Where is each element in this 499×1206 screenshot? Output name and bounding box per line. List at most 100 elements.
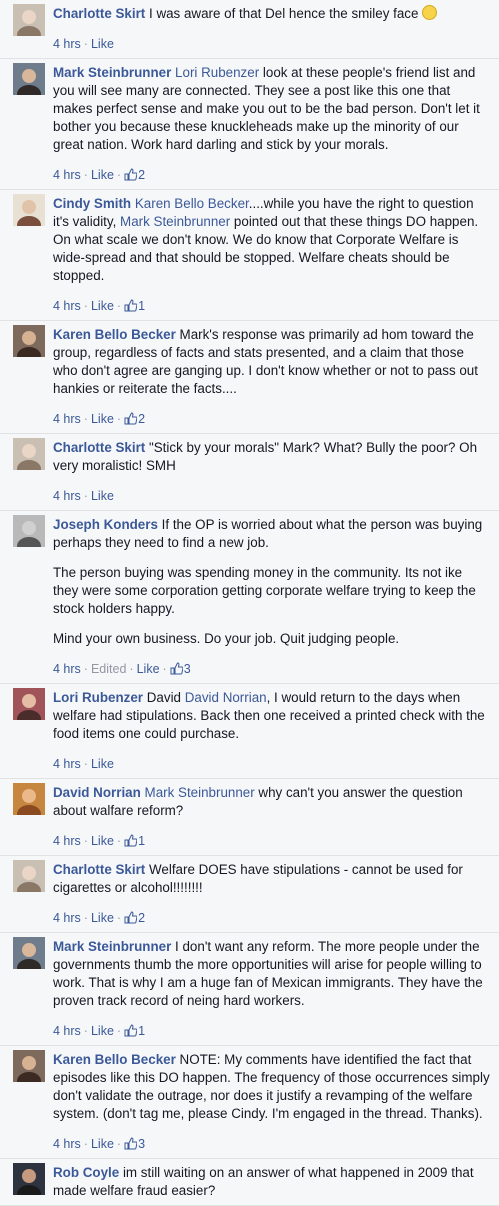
- meta-separator: ·: [129, 662, 134, 676]
- author-name-link[interactable]: Mark Steinbrunner: [53, 65, 171, 80]
- mention-link[interactable]: Lori Rubenzer: [175, 65, 259, 80]
- mark-avatar[interactable]: [13, 937, 45, 969]
- comment-paragraph: Charlotte Skirt "Stick by your morals" M…: [53, 439, 491, 475]
- timestamp-link[interactable]: 4 hrs: [53, 299, 81, 313]
- like-link[interactable]: Like: [91, 757, 114, 771]
- david-avatar[interactable]: [13, 783, 45, 815]
- author-name-link[interactable]: Charlotte Skirt: [53, 862, 145, 877]
- timestamp-link[interactable]: 4 hrs: [53, 168, 81, 182]
- thumbs-up-icon: [124, 168, 138, 182]
- like-count[interactable]: 2: [124, 911, 145, 925]
- like-count-value: 3: [183, 662, 191, 676]
- like-link[interactable]: Like: [91, 834, 114, 848]
- comment-meta: 4 hrs · Like · 1: [53, 832, 491, 850]
- lori-avatar[interactable]: [13, 688, 45, 720]
- like-count[interactable]: 1: [124, 299, 145, 313]
- comment: Mark Steinbrunner Lori Rubenzer look at …: [0, 59, 499, 190]
- author-name-link[interactable]: Lori Rubenzer: [53, 690, 143, 705]
- mention-link[interactable]: Mark Steinbrunner: [145, 785, 255, 800]
- author-name-link[interactable]: Charlotte Skirt: [53, 440, 145, 455]
- charlotte-avatar[interactable]: [13, 860, 45, 892]
- author-name-link[interactable]: Rob Coyle: [53, 1165, 119, 1180]
- comment-meta: 4 hrs · Like · 3: [53, 1135, 491, 1153]
- edited-label[interactable]: Edited: [91, 662, 126, 676]
- like-link[interactable]: Like: [91, 1024, 114, 1038]
- comment-paragraph: Karen Bello Becker Mark's response was p…: [53, 326, 491, 398]
- like-count[interactable]: 1: [124, 834, 145, 848]
- meta-separator: ·: [83, 37, 88, 51]
- like-link[interactable]: Like: [91, 489, 114, 503]
- comment: Charlotte Skirt I was aware of that Del …: [0, 0, 499, 59]
- like-count[interactable]: 3: [170, 662, 191, 676]
- author-name-link[interactable]: David Norrian: [53, 785, 141, 800]
- cindy-avatar[interactable]: [13, 194, 45, 226]
- comment-meta: 4 hrs · Like · 2: [53, 166, 491, 184]
- like-link[interactable]: Like: [137, 662, 160, 676]
- like-count[interactable]: 1: [124, 1024, 145, 1038]
- charlotte-avatar[interactable]: [13, 438, 45, 470]
- like-link[interactable]: Like: [91, 168, 114, 182]
- author-name-link[interactable]: Joseph Konders: [53, 517, 158, 532]
- charlotte-avatar[interactable]: [13, 4, 45, 36]
- comment-meta: 4 hrs · Like · 1: [53, 297, 491, 315]
- comment-body: David Norrian Mark Steinbrunner why can'…: [53, 784, 491, 850]
- author-name-link[interactable]: Karen Bello Becker: [53, 1052, 176, 1067]
- karen-avatar[interactable]: [13, 325, 45, 357]
- like-count[interactable]: 2: [124, 412, 145, 426]
- timestamp-link[interactable]: 4 hrs: [53, 37, 81, 51]
- comment-body: Lori Rubenzer David David Norrian, I wou…: [53, 689, 491, 773]
- author-name-link[interactable]: Karen Bello Becker: [53, 327, 176, 342]
- timestamp-link[interactable]: 4 hrs: [53, 662, 81, 676]
- like-link[interactable]: Like: [91, 1137, 114, 1151]
- mark-avatar[interactable]: [13, 63, 45, 95]
- comment-meta: 4 hrs · Like · 2: [53, 410, 491, 428]
- author-name-link[interactable]: Cindy Smith: [53, 196, 131, 211]
- author-name-link[interactable]: Mark Steinbrunner: [53, 939, 171, 954]
- comment-body: Cindy Smith Karen Bello Becker....while …: [53, 195, 491, 315]
- rob-avatar[interactable]: [13, 1163, 45, 1195]
- author-name-link[interactable]: Charlotte Skirt: [53, 6, 145, 21]
- joseph-avatar[interactable]: [13, 515, 45, 547]
- timestamp-link[interactable]: 4 hrs: [53, 412, 81, 426]
- meta-separator: ·: [116, 1137, 122, 1151]
- timestamp-link[interactable]: 4 hrs: [53, 1137, 81, 1151]
- comment-meta: 4 hrs · Edited · Like · 3: [53, 660, 491, 678]
- smiley-icon: [422, 5, 438, 20]
- mention-link[interactable]: Mark Steinbrunner: [120, 214, 230, 229]
- meta-separator: ·: [83, 662, 88, 676]
- meta-separator: ·: [83, 834, 88, 848]
- meta-separator: ·: [83, 299, 88, 313]
- timestamp-link[interactable]: 4 hrs: [53, 489, 81, 503]
- like-link[interactable]: Like: [91, 412, 114, 426]
- mention-link[interactable]: David Norrian: [185, 690, 267, 705]
- comment-body: Charlotte Skirt "Stick by your morals" M…: [53, 439, 491, 505]
- comment-body: Joseph Konders If the OP is worried abou…: [53, 516, 491, 678]
- timestamp-link[interactable]: 4 hrs: [53, 1024, 81, 1038]
- timestamp-link[interactable]: 4 hrs: [53, 834, 81, 848]
- like-link[interactable]: Like: [91, 911, 114, 925]
- comment-meta: 4 hrs · Like · 2: [53, 909, 491, 927]
- comment-meta: 4 hrs · Like: [53, 755, 491, 773]
- karen-avatar[interactable]: [13, 1050, 45, 1082]
- timestamp-link[interactable]: 4 hrs: [53, 911, 81, 925]
- comment: Mark Steinbrunner I don't want any refor…: [0, 933, 499, 1046]
- comment-body: Charlotte Skirt I was aware of that Del …: [53, 5, 491, 53]
- like-count[interactable]: 3: [124, 1137, 145, 1151]
- comment-paragraph: Mind your own business. Do your job. Qui…: [53, 631, 400, 646]
- comment-body: Rob Coyle im still waiting on an answer …: [53, 1164, 491, 1200]
- comment-meta: 4 hrs · Like: [53, 35, 491, 53]
- meta-separator: ·: [83, 911, 88, 925]
- comment: Joseph Konders If the OP is worried abou…: [0, 511, 499, 684]
- like-link[interactable]: Like: [91, 299, 114, 313]
- like-count[interactable]: 2: [124, 168, 145, 182]
- meta-separator: ·: [83, 757, 88, 771]
- comment-paragraph: David Norrian Mark Steinbrunner why can'…: [53, 784, 491, 820]
- like-count-value: 2: [138, 168, 146, 182]
- like-count-value: 1: [138, 834, 146, 848]
- meta-separator: ·: [83, 489, 88, 503]
- like-link[interactable]: Like: [91, 37, 114, 51]
- comment-paragraph: Charlotte Skirt I was aware of that Del …: [53, 5, 491, 23]
- comment-meta: 4 hrs · Like · 1: [53, 1022, 491, 1040]
- timestamp-link[interactable]: 4 hrs: [53, 757, 81, 771]
- mention-link[interactable]: Karen Bello Becker: [135, 196, 249, 211]
